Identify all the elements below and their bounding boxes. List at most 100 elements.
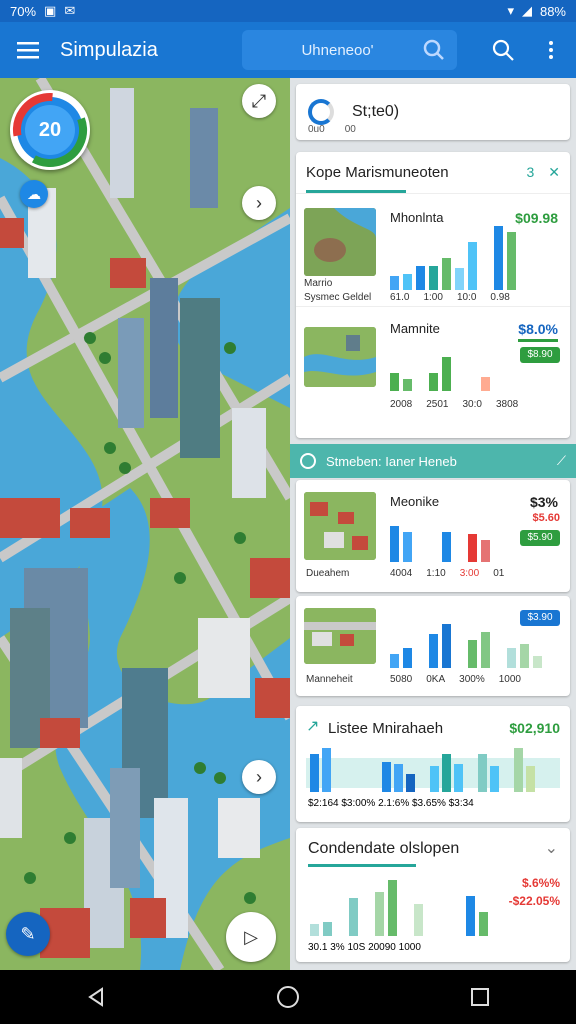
item-bar-chart	[390, 610, 542, 668]
recents-icon[interactable]	[469, 986, 491, 1008]
market-section-header: Kope Marismuneoten 3 ✕	[296, 152, 570, 194]
listing-summary-card[interactable]: ↗ Listee Mnirahaeh $02,910 $2:164 $3:00%…	[296, 706, 570, 822]
list-item[interactable]: $3.90 Manneheit 5080 0KA 300% 1000	[296, 596, 570, 696]
item-thumbnail	[304, 608, 376, 664]
item-price: $8.0%	[518, 321, 558, 337]
score-gauge[interactable]: 20	[10, 90, 90, 170]
search-pill-icon	[423, 39, 444, 60]
status-card-sub-a: 0u0	[308, 124, 325, 135]
item-thumbnail	[304, 492, 376, 560]
chevron-right-icon[interactable]: ›	[242, 186, 276, 220]
build-tool-icon[interactable]: ✎	[6, 912, 50, 956]
city-map[interactable]: 20 ⤢ ☁ › › ✎ ▷	[0, 78, 290, 970]
status-card-title: St;te0)	[352, 103, 400, 120]
item-price: $3%	[529, 494, 558, 510]
tick: 1000	[498, 674, 521, 685]
summary-title: Listee Mnirahaeh	[328, 720, 444, 737]
banner-text: Stmeben: Ianer Heneb	[326, 453, 457, 469]
back-icon[interactable]	[85, 986, 107, 1008]
tick: 01	[493, 568, 505, 579]
item-thumbnail	[304, 327, 376, 387]
app-title: Simpulazia	[60, 38, 158, 61]
tick: 2501	[426, 399, 449, 410]
signal-icon: ◢	[521, 3, 532, 18]
side-panel: St;te0) 0u0 00 Kope Marismuneoten 3 ✕ Mh…	[290, 78, 576, 970]
tick: 30:0	[462, 399, 482, 410]
wifi-icon: ▾	[507, 3, 514, 18]
item-ticks: 5080 0KA 300% 1000	[390, 674, 521, 685]
edit-icon[interactable]: ⟋	[557, 453, 566, 469]
tick: 3%	[330, 942, 345, 953]
tick: $3.65%	[412, 798, 446, 809]
item-chip: $5.90	[520, 530, 560, 546]
summary-bar-chart	[310, 744, 535, 792]
home-icon[interactable]	[276, 985, 300, 1009]
summary-price: $02,910	[509, 720, 560, 736]
info-circle-icon	[300, 453, 316, 469]
tick: 3:00	[459, 568, 480, 579]
item-ticks: 4004 1:10 3:00 01	[390, 568, 504, 579]
layers-icon[interactable]: ☁	[20, 180, 48, 208]
close-icon[interactable]: ✕	[548, 164, 560, 181]
item-thumbnail	[304, 208, 376, 276]
section-accent	[306, 190, 406, 193]
tick: 0KA	[426, 674, 446, 685]
trend-icon: ↗	[306, 718, 320, 735]
item-price: $09.98	[515, 210, 558, 226]
item-ticks: 2008 2501 30:0 3808	[390, 399, 518, 410]
item-alt-price: $5.60	[532, 512, 560, 524]
tick: 1:00	[423, 292, 443, 303]
info-banner[interactable]: Stmeben: Ianer Heneb ⟋	[290, 444, 576, 478]
item-bar-chart	[390, 327, 490, 391]
tick: 3808	[495, 399, 519, 410]
tick: 5080	[390, 674, 413, 685]
compass-icon[interactable]: ⤢	[242, 84, 276, 118]
tick: $3:00%	[341, 798, 376, 809]
status-time: 70%	[10, 3, 37, 19]
play-icon[interactable]: ▷	[226, 912, 276, 962]
item-sub-a: Manneheit	[306, 674, 353, 685]
market-section: Kope Marismuneoten 3 ✕ Mhonlnta $09.98 M…	[296, 152, 570, 438]
list-item[interactable]: Mamnite $8.0% $8.90 2008 2501 30:0 3808	[296, 306, 570, 416]
search-text: Uhneneoo'	[301, 41, 374, 59]
tick: 2008	[390, 399, 413, 410]
chevron-down-icon[interactable]: ⌄	[545, 838, 558, 858]
tick: 4004	[390, 568, 413, 579]
list-item[interactable]: Mhonlnta $09.98 Marrio Sysmec Geldel 61.…	[296, 196, 570, 306]
app-bar: Simpulazia Uhneneoo'	[0, 22, 576, 78]
forecast-title: Condendate olslopen	[308, 840, 460, 857]
gauge-value: 20	[38, 118, 62, 141]
search-icon[interactable]	[479, 22, 527, 78]
tick: 0.98	[490, 292, 510, 303]
menu-icon[interactable]	[0, 22, 56, 78]
forecast-ticks: 30.1 3% 10S 20090 1000	[308, 942, 421, 953]
item-sub-a: Marrio	[304, 278, 333, 289]
item-chip: $8.90	[520, 347, 560, 363]
tick: 30.1	[308, 942, 328, 953]
tick: $3:34	[448, 798, 474, 809]
tick: 2.1:6%	[378, 798, 410, 809]
status-card-sub-b: 00	[344, 124, 356, 135]
summary-ticks: $2:164 $3:00% 2.1:6% $3.65% $3:34	[308, 798, 474, 809]
tick: 61.0	[390, 292, 410, 303]
search-field[interactable]: Uhneneoo'	[242, 30, 457, 70]
forecast-card[interactable]: Condendate olslopen ⌄ $.6%% -$22.05% 30.…	[296, 828, 570, 962]
tick: 1:10	[426, 568, 446, 579]
system-nav-bar	[0, 970, 576, 1024]
status-card[interactable]: St;te0) 0u0 00	[296, 84, 570, 140]
status-bar: 70% ▣ ✉ ▾ ◢ 88%	[0, 0, 576, 22]
item-ticks: 61.0 1:00 10:0 0.98	[390, 292, 510, 303]
list-item[interactable]: Meonike $3% $5.60 $5.90 Dueahem 4004 1:1…	[296, 480, 570, 592]
forecast-price-a: $.6%%	[521, 876, 560, 890]
notification-icon: ▣	[44, 3, 57, 18]
item-bar-chart	[390, 498, 490, 562]
item-bar-chart	[390, 212, 516, 290]
chevron-right-icon-2[interactable]: ›	[242, 760, 276, 794]
battery-level: 88%	[539, 3, 566, 19]
forecast-price-b: -$22.05%	[508, 894, 560, 908]
status-ring-icon	[308, 99, 334, 125]
tick: 10:0	[456, 292, 477, 303]
tick: 1000	[398, 942, 421, 953]
more-vert-icon[interactable]	[527, 22, 575, 78]
mail-icon: ✉	[64, 3, 76, 18]
